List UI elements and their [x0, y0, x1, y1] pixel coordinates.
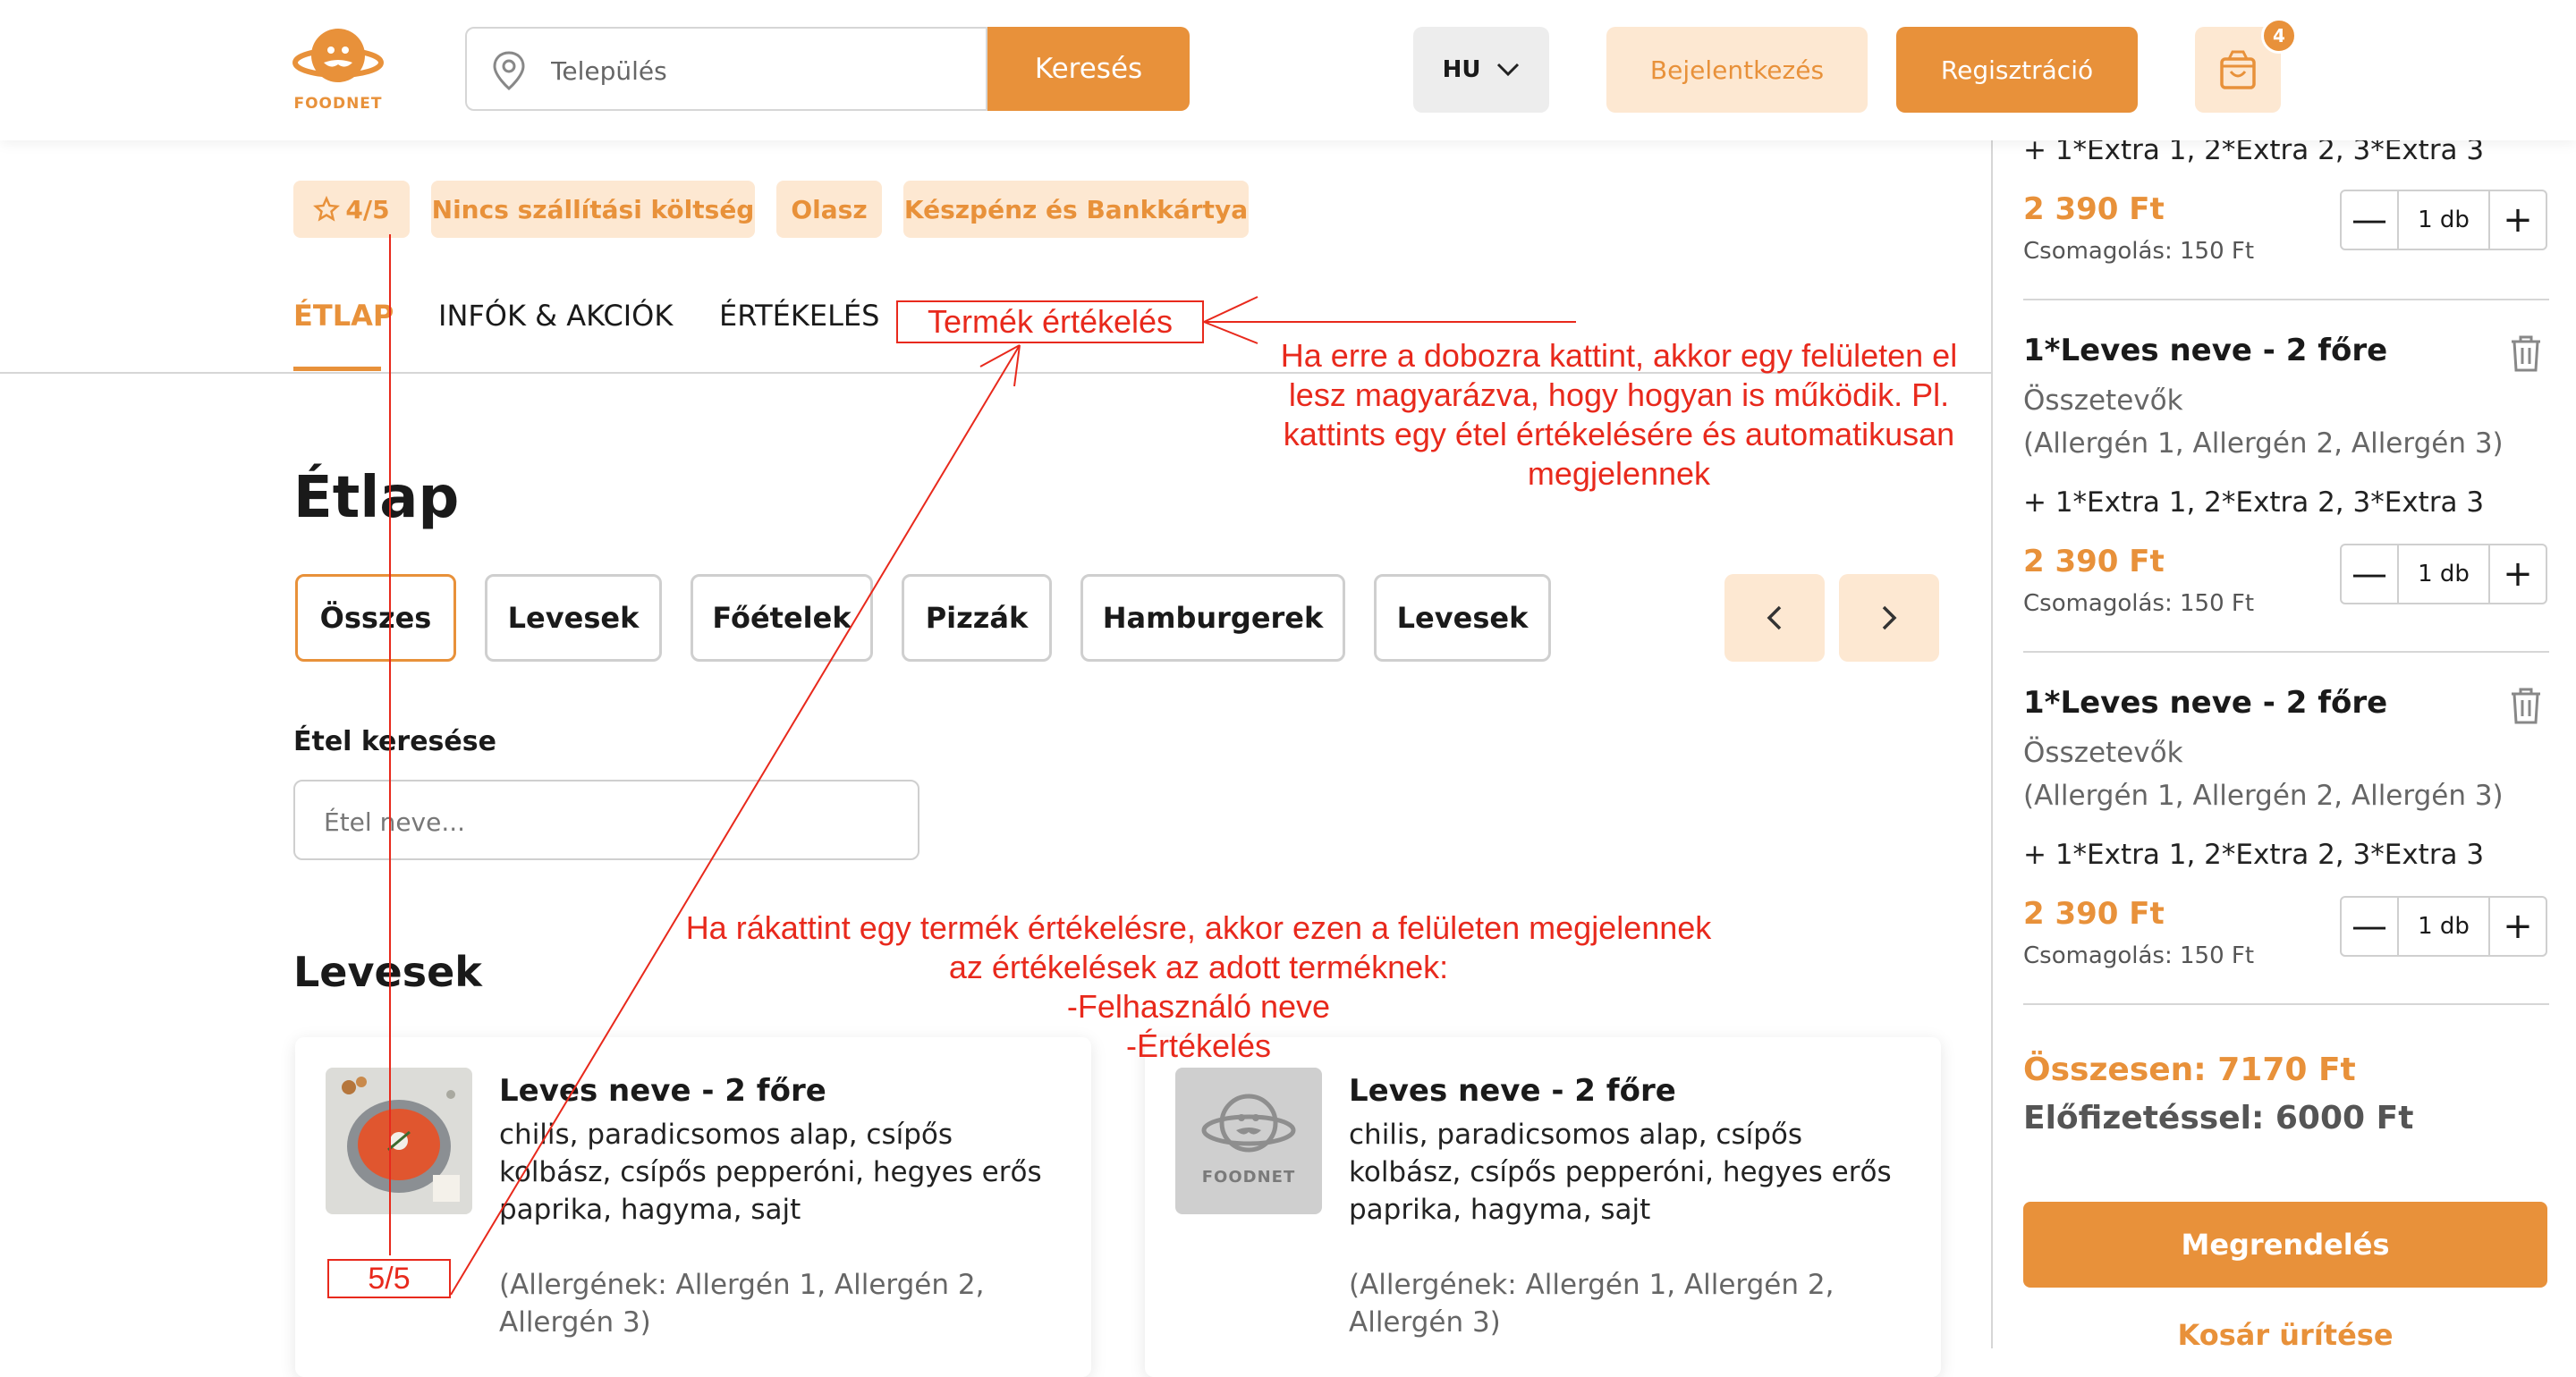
increase-quantity-button[interactable]: + [2490, 898, 2546, 955]
tab-info[interactable]: INFÓK & AKCIÓK [438, 299, 673, 333]
cart-item-separator [2023, 1003, 2549, 1005]
food-search-field[interactable] [293, 780, 919, 860]
active-tab-underline [293, 367, 381, 371]
product-rating-note-line-4: -Értékelés [1125, 1027, 1272, 1064]
decrease-quantity-button[interactable]: — [2342, 545, 2397, 603]
soup-photo-icon [326, 1068, 472, 1214]
location-search-field[interactable] [465, 27, 987, 111]
product-card[interactable]: FOODNET Leves neve - 2 főre chilis, para… [1145, 1037, 1941, 1377]
foodnet-logo[interactable]: FOODNET [292, 23, 385, 116]
product-rating-box-annotation[interactable]: Termék értékelés [896, 300, 1204, 343]
increase-quantity-button[interactable]: + [2490, 545, 2546, 603]
top-header: FOODNET Keresés HU Bejelentkezés Regiszt… [0, 0, 2576, 140]
quantity-value: 1 db [2397, 191, 2490, 249]
register-button[interactable]: Regisztráció [1896, 27, 2138, 113]
chevron-right-icon [1882, 605, 1897, 630]
language-label: HU [1442, 56, 1481, 83]
quantity-value: 1 db [2397, 545, 2490, 603]
quantity-stepper[interactable]: — 1 db + [2340, 190, 2547, 250]
star-icon [313, 196, 341, 222]
quantity-value: 1 db [2397, 898, 2490, 955]
cart-item-allergens: (Allergén 1, Allergén 2, Allergén 3) [2023, 427, 2504, 460]
chevron-down-icon [1497, 63, 1520, 77]
clear-cart-button[interactable]: Kosár ürítése [2023, 1318, 2547, 1352]
product-rating-note-line-1: Ha rákattint egy termék értékelésre, akk… [685, 909, 1712, 946]
product-description: chilis, paradicsomos alap, csípős kolbás… [499, 1119, 1042, 1226]
categories-next-button[interactable] [1839, 574, 1939, 662]
cart-button[interactable]: 4 [2195, 18, 2297, 113]
cart-total: Összesen: 7170 Ft [2023, 1052, 2356, 1088]
rating-box-note: Ha erre a dobozra kattint, akkor egy fel… [1280, 337, 1958, 492]
cart-item-separator [2023, 299, 2549, 300]
menu-title: Étlap [293, 465, 460, 531]
categories-prev-button[interactable] [1724, 574, 1825, 662]
placeholder-logo-text: FOODNET [1201, 1168, 1296, 1187]
search-button[interactable]: Keresés [987, 27, 1190, 111]
increase-quantity-button[interactable]: + [2490, 191, 2546, 249]
product-card[interactable]: Leves neve - 2 főre chilis, paradicsomos… [295, 1037, 1091, 1377]
cart-item-ingredients: Összetevők [2023, 384, 2183, 417]
category-pizzas[interactable]: Pizzák [902, 574, 1052, 662]
product-title: Leves neve - 2 főre [499, 1073, 826, 1109]
cart-panel-divider [1991, 140, 1993, 1348]
rating-value: 4/5 [345, 194, 390, 224]
cart-item-packaging: Csomagolás: 150 Ft [2023, 942, 2255, 969]
food-search-input[interactable] [322, 799, 880, 844]
food-search-label: Étel keresése [293, 726, 496, 757]
decrease-quantity-button[interactable]: — [2342, 898, 2397, 955]
cart-item-extras: + 1*Extra 1, 2*Extra 2, 3*Extra 3 [2023, 839, 2485, 871]
cart-count-badge: 4 [2261, 18, 2297, 54]
logo-placeholder-icon [1201, 1094, 1296, 1153]
category-soups[interactable]: Levesek [485, 574, 662, 662]
rating-tag: 4/5 [293, 181, 410, 238]
cart-item-extras: + 1*Extra 1, 2*Extra 2, 3*Extra 3 [2023, 486, 2485, 519]
decrease-quantity-button[interactable]: — [2342, 191, 2397, 249]
section-title-soups: Levesek [293, 948, 482, 996]
category-all[interactable]: Összes [295, 574, 456, 662]
category-burgers[interactable]: Hamburgerek [1080, 574, 1345, 662]
cart-item-price: 2 390 Ft [2023, 544, 2165, 579]
tab-menu[interactable]: ÉTLAP [293, 299, 394, 333]
cart-item-title: 1*Leves neve - 2 főre [2023, 685, 2388, 721]
card-rating-annotation[interactable]: 5/5 [327, 1259, 451, 1298]
cart-item-price: 2 390 Ft [2023, 191, 2165, 227]
logo-text: FOODNET [293, 95, 383, 113]
login-button[interactable]: Bejelentkezés [1606, 27, 1868, 113]
category-mains[interactable]: Főételek [691, 574, 873, 662]
cart-item-price: 2 390 Ft [2023, 896, 2165, 932]
order-button[interactable]: Megrendelés [2023, 1202, 2547, 1288]
product-allergens: (Allergének: Allergén 1, Allergén 2, All… [1349, 1269, 1835, 1339]
cart-item-title: 1*Leves neve - 2 főre [2023, 333, 2388, 368]
cuisine-tag: Olasz [776, 181, 882, 238]
language-selector[interactable]: HU [1413, 27, 1549, 113]
cart-item-packaging: Csomagolás: 150 Ft [2023, 590, 2255, 617]
quantity-stepper[interactable]: — 1 db + [2340, 544, 2547, 604]
quantity-stepper[interactable]: — 1 db + [2340, 896, 2547, 957]
logo-icon [292, 29, 384, 82]
trash-icon[interactable] [2506, 685, 2546, 726]
category-soups-2[interactable]: Levesek [1374, 574, 1551, 662]
trash-icon[interactable] [2506, 333, 2546, 374]
product-image [326, 1068, 472, 1214]
product-description: chilis, paradicsomos alap, csípős kolbás… [1349, 1119, 1892, 1226]
payment-tag: Készpénz és Bankkártya [903, 181, 1249, 238]
cart-item-packaging: Csomagolás: 150 Ft [2023, 238, 2255, 265]
product-title: Leves neve - 2 főre [1349, 1073, 1676, 1109]
cart-item-separator [2023, 651, 2549, 653]
cart-item-ingredients: Összetevők [2023, 737, 2183, 769]
delivery-tag: Nincs szállítási költség [431, 181, 755, 238]
product-rating-note-line-2: az értékelések az adott terméknek: [948, 949, 1449, 985]
product-rating-note-line-3: -Felhasználó neve [1066, 988, 1331, 1025]
product-allergens: (Allergének: Allergén 1, Allergén 2, All… [499, 1269, 985, 1339]
location-pin-icon [493, 51, 525, 90]
tab-reviews[interactable]: ÉRTÉKELÉS [719, 299, 879, 333]
cart-subscription-total: Előfizetéssel: 6000 Ft [2023, 1100, 2414, 1136]
cart-item-allergens: (Allergén 1, Allergén 2, Allergén 3) [2023, 780, 2504, 812]
product-image-placeholder: FOODNET [1175, 1068, 1322, 1214]
location-search-input[interactable] [549, 48, 964, 93]
chevron-left-icon [1767, 605, 1782, 630]
